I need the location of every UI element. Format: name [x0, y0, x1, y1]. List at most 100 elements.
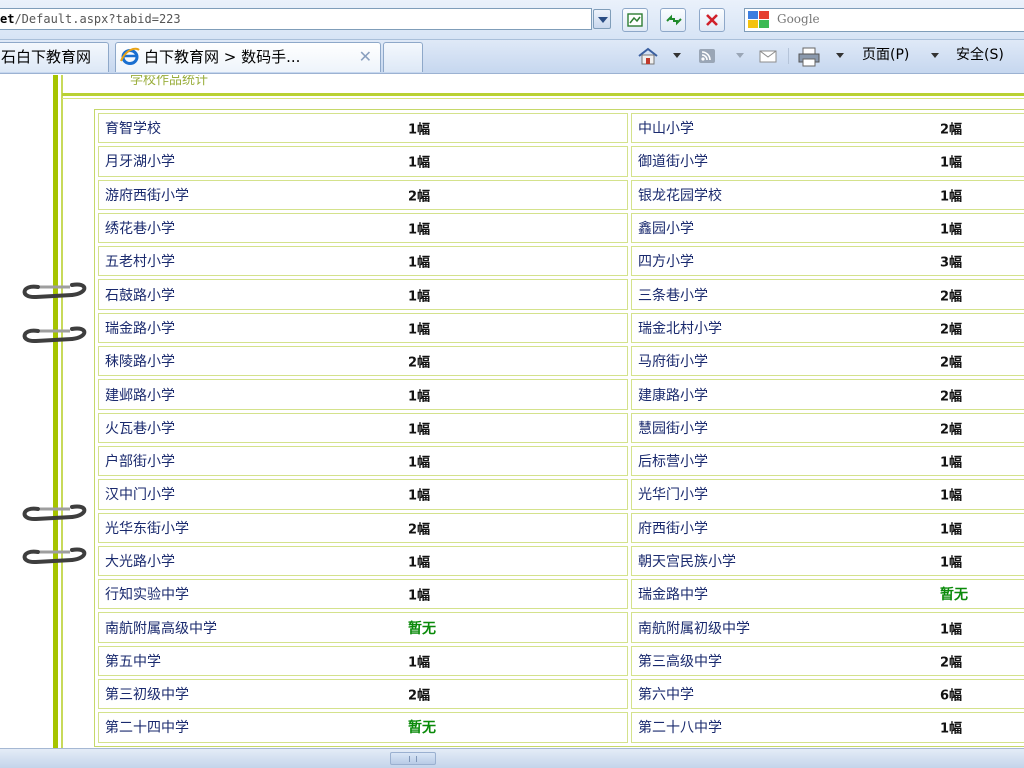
works-count: 2幅: [940, 122, 963, 138]
school-name: 南航附属初级中学: [638, 620, 750, 637]
school-name: 瑞金北村小学: [638, 320, 722, 337]
school-name: 五老村小学: [105, 254, 175, 271]
works-count: 6幅: [940, 688, 963, 704]
works-count: 1幅: [940, 555, 963, 571]
table-row: 瑞金路小学 1幅 瑞金北村小学 2幅: [98, 312, 1024, 344]
works-count: 1幅: [940, 222, 963, 238]
table-row: 五老村小学 1幅 四方小学 3幅: [98, 246, 1024, 277]
works-count: 1幅: [408, 289, 431, 305]
safety-menu-label: 安全(S): [956, 47, 1004, 63]
school-name: 三条巷小学: [638, 287, 708, 304]
mail-icon[interactable]: [758, 46, 780, 66]
school-cell: 建邺路小学 1幅: [98, 379, 628, 410]
school-cell: 火瓦巷小学 1幅: [98, 412, 628, 443]
tab-home-site[interactable]: 石白下教育网: [0, 42, 109, 72]
works-count: 1幅: [940, 488, 963, 504]
school-cell: 大光路小学 1幅: [98, 545, 628, 577]
feeds-dropdown-icon[interactable]: [736, 53, 744, 58]
school-cell: 瑞金路小学 1幅: [98, 312, 628, 344]
refresh-button[interactable]: [660, 8, 686, 32]
school-cell: 慧园街小学 2幅: [631, 412, 1024, 443]
search-input[interactable]: Google: [744, 8, 1024, 32]
works-count: 2幅: [940, 289, 963, 305]
table-row: 户部街小学 1幅 后标营小学 1幅: [98, 445, 1024, 477]
compatibility-icon: [627, 13, 643, 27]
table-row: 南航附属高级中学 暂无 南航附属初级中学 1幅: [98, 612, 1024, 643]
scrollbar-grip-icon: [409, 756, 417, 762]
print-dropdown-icon[interactable]: [836, 53, 844, 58]
school-name: 绣花巷小学: [105, 221, 175, 238]
works-count: 2幅: [940, 322, 963, 338]
school-cell: 瑞金北村小学 2幅: [631, 312, 1024, 344]
school-cell: 鑫园小学 1幅: [631, 212, 1024, 244]
address-dropdown-button[interactable]: [593, 9, 611, 29]
works-count: 2幅: [408, 688, 431, 704]
school-cell: 南航附属高级中学 暂无: [98, 612, 628, 643]
works-count: 1幅: [408, 122, 431, 138]
scrollbar-thumb[interactable]: [390, 752, 436, 765]
address-bar-row: et/Default.aspx?tabid=223 Google: [0, 0, 1024, 40]
table-row: 月牙湖小学 1幅 御道街小学 1幅: [98, 146, 1024, 177]
school-cell: 月牙湖小学 1幅: [98, 146, 628, 177]
works-count: 1幅: [408, 155, 431, 171]
page-menu[interactable]: 页面(P): [862, 45, 909, 65]
school-name: 火瓦巷小学: [105, 420, 175, 437]
school-cell: 后标营小学 1幅: [631, 445, 1024, 477]
school-cell: 朝天宫民族小学 1幅: [631, 545, 1024, 577]
new-tab-button[interactable]: [383, 42, 423, 72]
school-name: 户部街小学: [105, 454, 175, 471]
works-count: 1幅: [940, 189, 963, 205]
works-count: 2幅: [408, 355, 431, 371]
table-row: 秣陵路小学 2幅 马府街小学 2幅: [98, 346, 1024, 377]
school-name: 朝天宫民族小学: [638, 554, 736, 570]
tab-label: 石白下教育网: [1, 48, 92, 66]
school-name: 南航附属高级中学: [105, 620, 217, 637]
works-count: 暂无: [408, 720, 436, 737]
school-name: 第三初级中学: [105, 687, 189, 704]
school-name: 银龙花园学校: [638, 187, 722, 204]
stop-button[interactable]: [699, 8, 725, 32]
table-row: 绣花巷小学 1幅 鑫园小学 1幅: [98, 212, 1024, 244]
feeds-icon[interactable]: [697, 46, 719, 66]
school-works-table: 育智学校 1幅 中山小学 2幅 月牙湖小学 1幅 御道街小学 1幅 游府西街小学 2幅 银龙花园学校…: [94, 109, 1024, 747]
works-count: 1幅: [940, 522, 963, 538]
toolbar-separator: [788, 48, 789, 64]
address-input[interactable]: et/Default.aspx?tabid=223: [0, 8, 592, 30]
works-count: 1幅: [408, 255, 431, 271]
safety-menu[interactable]: 安全(S): [956, 45, 1004, 65]
works-count: 1幅: [940, 721, 963, 737]
works-count: 1幅: [408, 588, 431, 604]
title-divider-thin: [62, 98, 1024, 99]
horizontal-scrollbar[interactable]: [0, 748, 1024, 768]
school-name: 瑞金路中学: [638, 587, 708, 604]
school-cell: 御道街小学 1幅: [631, 146, 1024, 177]
works-count: 2幅: [408, 522, 431, 538]
stop-icon: [706, 14, 718, 26]
works-count: 1幅: [408, 422, 431, 438]
school-cell: 五老村小学 1幅: [98, 246, 628, 277]
home-icon[interactable]: [636, 46, 660, 66]
works-count: 1幅: [408, 389, 431, 405]
school-name: 鑫园小学: [638, 221, 694, 238]
section-title: 学校作品统计: [130, 75, 209, 88]
school-name: 第二十四中学: [105, 720, 189, 737]
page-menu-label: 页面(P): [862, 47, 910, 63]
home-dropdown-icon[interactable]: [673, 53, 681, 58]
school-name: 光华东街小学: [105, 520, 189, 537]
tab-current-page[interactable]: 白下教育网 > 数码手... ✕: [115, 42, 381, 72]
page-menu-dropdown-icon[interactable]: [931, 53, 939, 58]
school-name: 马府街小学: [638, 354, 708, 371]
table-row: 建邺路小学 1幅 建康路小学 2幅: [98, 379, 1024, 410]
school-cell: 南航附属初级中学 1幅: [631, 612, 1024, 643]
schools-table: 育智学校 1幅 中山小学 2幅 月牙湖小学 1幅 御道街小学 1幅 游府西街小学 2幅 银龙花园学校…: [95, 110, 1024, 746]
school-name: 育智学校: [105, 121, 161, 138]
school-name: 月牙湖小学: [105, 154, 175, 171]
print-icon[interactable]: [797, 46, 821, 68]
school-name: 第五中学: [105, 653, 161, 670]
table-row: 第二十四中学 暂无 第二十八中学 1幅: [98, 712, 1024, 743]
works-count: 2幅: [408, 189, 431, 205]
close-tab-icon[interactable]: ✕: [359, 43, 372, 71]
compatibility-view-button[interactable]: [622, 8, 648, 32]
school-name: 游府西街小学: [105, 187, 189, 204]
table-row: 游府西街小学 2幅 银龙花园学校 1幅: [98, 179, 1024, 210]
